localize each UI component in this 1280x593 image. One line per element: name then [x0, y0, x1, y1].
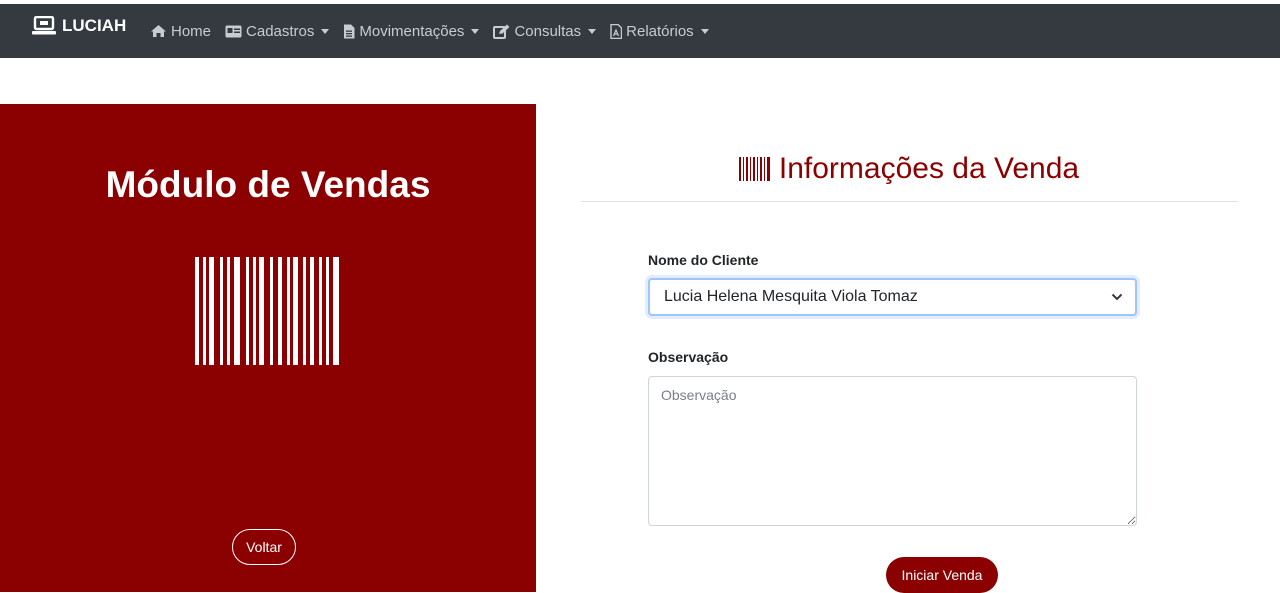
back-button[interactable]: Voltar — [232, 529, 296, 565]
nav-consultas-label: Consultas — [514, 22, 582, 40]
cliente-select[interactable]: Lucia Helena Mesquita Viola Tomaz — [648, 278, 1137, 316]
start-sale-button[interactable]: Iniciar Venda — [886, 557, 998, 593]
brand-link[interactable]: LUCIAH — [32, 16, 126, 36]
barcode-icon — [738, 157, 770, 181]
nav-movimentacoes[interactable]: Movimentações — [343, 22, 480, 40]
file-icon — [344, 24, 355, 38]
top-navbar: LUCIAH Home Cadastros Movimentações Cons… — [0, 0, 1280, 58]
barcode-icon — [195, 257, 339, 365]
nav-relatorios[interactable]: Relatórios — [610, 23, 709, 40]
nav-cadastros-label: Cadastros — [246, 22, 315, 40]
nav-home-label: Home — [171, 22, 212, 40]
module-title: Módulo de Vendas — [105, 164, 431, 205]
obs-textarea[interactable] — [648, 376, 1137, 526]
chevron-down-icon — [471, 28, 480, 34]
chevron-down-icon — [1111, 293, 1123, 301]
nav-cadastros[interactable]: Cadastros — [225, 22, 330, 40]
id-card-icon — [225, 25, 242, 37]
home-icon — [151, 25, 166, 37]
nav-relatorios-label: Relatórios — [626, 22, 694, 40]
chevron-down-icon — [588, 28, 597, 34]
pdf-icon — [610, 23, 623, 39]
chevron-down-icon — [700, 28, 709, 34]
chevron-down-icon — [321, 28, 330, 34]
divider — [581, 201, 1238, 202]
laptop-icon — [32, 16, 56, 35]
obs-label: Observação — [648, 349, 729, 365]
nav-movimentacoes-label: Movimentações — [359, 22, 465, 40]
cliente-select-value: Lucia Helena Mesquita Viola Tomaz — [664, 288, 918, 305]
main-nav: Home Cadastros Movimentações Consultas R… — [150, 20, 723, 42]
edit-icon — [493, 24, 510, 39]
nav-consultas[interactable]: Consultas — [493, 22, 597, 40]
brand-name: LUCIAH — [62, 16, 127, 35]
nav-home[interactable]: Home — [150, 23, 211, 40]
page-title-text: Informações da Venda — [778, 152, 1080, 185]
cliente-label: Nome do Cliente — [648, 252, 759, 268]
page-title: Informações da Venda — [580, 152, 1238, 186]
